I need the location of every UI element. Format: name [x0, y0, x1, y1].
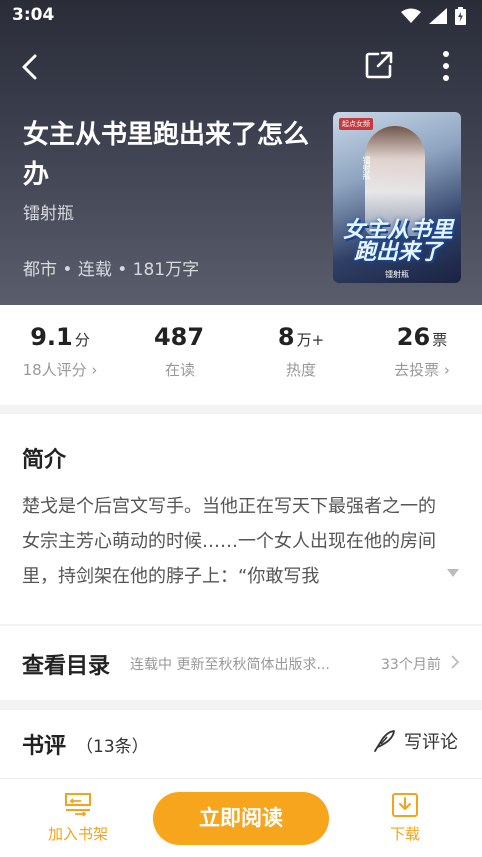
reviews-count: （13条）: [76, 737, 149, 757]
stat-value: 26: [396, 323, 431, 351]
download-label: 下载: [389, 825, 420, 843]
book-cover[interactable]: 起点女频 镭射瓶 女主从书里跑出来了 镭射瓶: [333, 112, 461, 283]
catalog-heading: 查看目录: [22, 654, 111, 679]
download-button[interactable]: 下载: [370, 791, 440, 844]
cover-author: 镭射瓶: [385, 270, 409, 279]
catalog-update-time: 33个月前: [381, 657, 441, 673]
share-icon[interactable]: [362, 48, 396, 82]
status-time: 3:04: [12, 5, 55, 25]
stat-label: 去投票 ›: [394, 361, 450, 379]
book-title: 女主从书里跑出来了怎么办: [23, 120, 310, 190]
intro-text: 楚戈是个后宫文写手。当他正在写天下最强者之一的女宗主芳心萌动的时候……一个女人出…: [22, 496, 436, 587]
add-to-shelf-button[interactable]: 加入书架: [40, 791, 116, 844]
stat-popularity: 8 万+ 热度: [241, 323, 361, 380]
write-review-button[interactable]: 写评论: [372, 728, 458, 754]
cover-vertical-author: 镭射瓶: [362, 156, 371, 180]
more-options-icon[interactable]: [432, 48, 460, 84]
book-meta: 都市 • 连载 • 181万字: [23, 260, 200, 280]
stat-rating[interactable]: 9.1 分 18人评分 ›: [0, 323, 120, 380]
stat-unit: 万+: [296, 331, 325, 349]
catalog-status: 连载中 更新至秋秋简体出版求...: [130, 657, 330, 673]
read-now-button[interactable]: 立即阅读: [153, 792, 329, 845]
stat-reading: 487 在读: [120, 323, 240, 380]
stat-value: 487: [153, 323, 205, 351]
back-icon[interactable]: [14, 50, 48, 84]
cover-title: 女主从书里跑出来了: [342, 218, 453, 265]
intro-section[interactable]: 简介 楚戈是个后宫文写手。当他正在写天下最强者之一的女宗主芳心萌动的时候……一个…: [0, 414, 482, 624]
cover-publisher-badge: 起点女频: [339, 118, 373, 130]
battery-icon: [455, 7, 466, 25]
expand-icon[interactable]: [446, 568, 460, 578]
stat-value: 9.1: [30, 323, 73, 351]
stat-label: 18人评分 ›: [22, 361, 98, 379]
book-author[interactable]: 镭射瓶: [23, 199, 74, 224]
download-icon: [392, 793, 418, 817]
stat-label: 热度: [285, 361, 316, 379]
stat-value: 8: [277, 323, 295, 351]
stat-unit: 分: [74, 331, 90, 349]
wifi-icon: [401, 8, 421, 23]
chevron-right-icon: [451, 655, 460, 669]
bookshelf-add-icon: [65, 793, 91, 817]
reviews-section: 书评 （13条） 写评论: [0, 710, 482, 780]
quill-icon: [374, 730, 395, 752]
write-review-label: 写评论: [404, 732, 458, 753]
add-to-shelf-label: 加入书架: [47, 825, 108, 843]
signal-icon: [429, 8, 447, 24]
intro-heading: 简介: [22, 448, 67, 473]
catalog-row[interactable]: 查看目录 连载中 更新至秋秋简体出版求... 33个月前: [0, 626, 482, 700]
stat-label: 在读: [164, 361, 195, 379]
status-bar: 3:04: [0, 0, 482, 34]
stat-unit: 票: [432, 331, 448, 349]
stat-votes[interactable]: 26 票 去投票 ›: [362, 323, 482, 380]
reviews-heading: 书评: [22, 734, 67, 759]
book-header: 3:04 女主从书里跑出来了怎么办 镭射瓶 都市 • 连载 • 181万字 起点…: [0, 0, 482, 305]
stats-row: 9.1 分 18人评分 › 487 在读 8 万+ 热度 26 票 去投票 ›: [0, 305, 482, 405]
bottom-action-bar: 加入书架 立即阅读 下载: [0, 778, 482, 857]
